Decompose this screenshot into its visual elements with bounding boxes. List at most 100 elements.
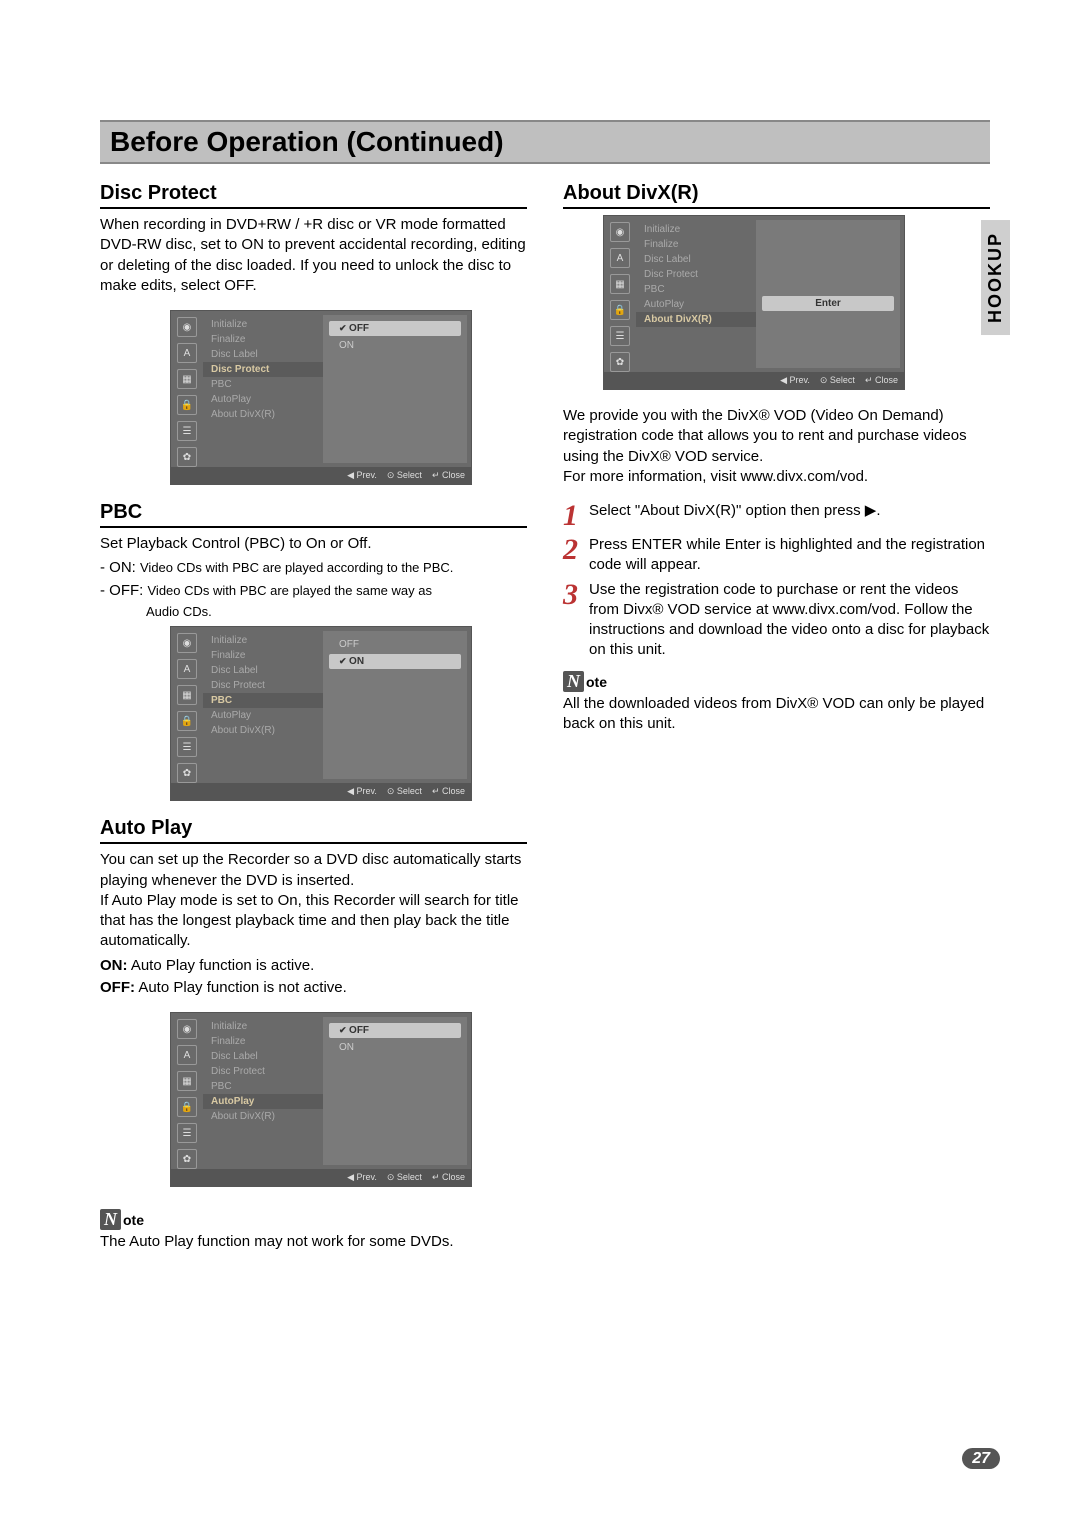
list-icon: ☰ xyxy=(177,421,197,441)
osd-menu-item-selected: PBC xyxy=(203,693,323,708)
auto-play-off: OFF: Auto Play function is not active. xyxy=(100,978,527,998)
letter-a-icon: A xyxy=(610,248,630,268)
lock-icon: 🔒 xyxy=(177,395,197,415)
osd-footer: ◀ Prev. ⊙ Select ↵ Close xyxy=(171,467,471,484)
chip-icon: ▦ xyxy=(177,1071,197,1091)
osd-menu-item-selected: AutoPlay xyxy=(203,1094,323,1109)
osd-footer: ◀ Prev. ⊙ Select ↵ Close xyxy=(171,1169,471,1186)
osd-pbc: ◉ A ▦ 🔒 ☰ ✿ Initialize Finalize Disc Lab… xyxy=(170,626,472,801)
page-number: 27 xyxy=(962,1450,1000,1468)
heading-auto-play: Auto Play xyxy=(100,817,527,844)
lock-icon: 🔒 xyxy=(177,1097,197,1117)
osd-select: ⊙ Select xyxy=(820,375,855,386)
osd-menu-item: AutoPlay xyxy=(636,297,756,312)
auto-play-note: The Auto Play function may not work for … xyxy=(100,1232,527,1252)
disc-protect-body: When recording in DVD+RW / +R disc or VR… xyxy=(100,215,527,296)
osd-menu-item: Disc Protect xyxy=(203,1064,323,1079)
heading-about-divx: About DivX(R) xyxy=(563,182,990,209)
osd-menu-item: PBC xyxy=(203,1079,323,1094)
osd-option: ON xyxy=(329,338,461,353)
osd-menu-item: Finalize xyxy=(636,237,756,252)
disc-icon: ◉ xyxy=(177,633,197,653)
osd-option-selected: OFF xyxy=(329,1023,461,1038)
disc-icon: ◉ xyxy=(177,1019,197,1039)
osd-menu-item: About DivX(R) xyxy=(203,723,323,738)
step-1: 1 Select "About DivX(R)" option then pre… xyxy=(563,501,990,531)
osd-prev: ◀ Prev. xyxy=(347,786,377,797)
osd-menu-item: Finalize xyxy=(203,1034,323,1049)
osd-icon-column: ◉ A ▦ 🔒 ☰ ✿ xyxy=(171,311,203,467)
list-icon: ☰ xyxy=(177,737,197,757)
note-label-text: ote xyxy=(123,1212,144,1228)
osd-menu-item: Disc Label xyxy=(203,347,323,362)
letter-a-icon: A xyxy=(177,343,197,363)
osd-footer: ◀ Prev. ⊙ Select ↵ Close xyxy=(171,783,471,800)
step-3-text: Use the registration code to purchase or… xyxy=(589,580,990,661)
chip-icon: ▦ xyxy=(177,685,197,705)
gear-icon: ✿ xyxy=(177,763,197,783)
lock-icon: 🔒 xyxy=(610,300,630,320)
list-icon: ☰ xyxy=(610,326,630,346)
osd-option: ON xyxy=(329,1040,461,1055)
step-2-text: Press ENTER while Enter is highlighted a… xyxy=(589,535,990,576)
osd-select: ⊙ Select xyxy=(387,1172,422,1183)
osd-close: ↵ Close xyxy=(432,1172,465,1183)
osd-menu-item: PBC xyxy=(203,377,323,392)
pbc-on-line: - ON: Video CDs with PBC are played acco… xyxy=(100,558,527,578)
osd-prev: ◀ Prev. xyxy=(347,470,377,481)
osd-menu-item: Disc Protect xyxy=(203,678,323,693)
osd-select: ⊙ Select xyxy=(387,786,422,797)
osd-menu-item: Disc Label xyxy=(203,1049,323,1064)
osd-disc-protect: ◉ A ▦ 🔒 ☰ ✿ Initialize Finalize Disc Lab… xyxy=(170,310,472,485)
osd-menu-item: Disc Label xyxy=(636,252,756,267)
osd-prev: ◀ Prev. xyxy=(347,1172,377,1183)
heading-pbc: PBC xyxy=(100,501,527,528)
note-icon: N xyxy=(100,1209,121,1230)
osd-menu-item-selected: Disc Protect xyxy=(203,362,323,377)
letter-a-icon: A xyxy=(177,659,197,679)
step-number-icon: 3 xyxy=(563,580,589,661)
step-number-icon: 2 xyxy=(563,535,589,576)
osd-close: ↵ Close xyxy=(432,470,465,481)
page-title-bar: Before Operation (Continued) xyxy=(100,120,990,164)
pbc-intro: Set Playback Control (PBC) to On or Off. xyxy=(100,534,527,554)
side-tab-hookup: HOOKUP xyxy=(981,220,1010,335)
osd-menu-item: AutoPlay xyxy=(203,708,323,723)
note-flag: N ote xyxy=(563,671,607,692)
note-label-text: ote xyxy=(586,674,607,690)
osd-menu-item-selected: About DivX(R) xyxy=(636,312,756,327)
disc-icon: ◉ xyxy=(610,222,630,242)
step-2: 2 Press ENTER while Enter is highlighted… xyxy=(563,535,990,576)
auto-play-on: ON: Auto Play function is active. xyxy=(100,956,527,976)
list-icon: ☰ xyxy=(177,1123,197,1143)
osd-close: ↵ Close xyxy=(865,375,898,386)
osd-autoplay: ◉ A ▦ 🔒 ☰ ✿ Initialize Finalize Disc Lab… xyxy=(170,1012,472,1187)
osd-option: OFF xyxy=(329,637,461,652)
osd-icon-column: ◉ A ▦ 🔒 ☰ ✿ xyxy=(604,216,636,372)
osd-icon-column: ◉ A ▦ 🔒 ☰ ✿ xyxy=(171,1013,203,1169)
note-flag: N ote xyxy=(100,1209,144,1230)
osd-icon-column: ◉ A ▦ 🔒 ☰ ✿ xyxy=(171,627,203,783)
osd-menu-item: Initialize xyxy=(203,317,323,332)
disc-icon: ◉ xyxy=(177,317,197,337)
note-icon: N xyxy=(563,671,584,692)
about-divx-note: All the downloaded videos from DivX® VOD… xyxy=(563,694,990,735)
osd-menu-item: Initialize xyxy=(636,222,756,237)
osd-option-selected: ON xyxy=(329,654,461,669)
osd-prev: ◀ Prev. xyxy=(780,375,810,386)
letter-a-icon: A xyxy=(177,1045,197,1065)
heading-disc-protect: Disc Protect xyxy=(100,182,527,209)
auto-play-body: You can set up the Recorder so a DVD dis… xyxy=(100,850,527,951)
page-title: Before Operation (Continued) xyxy=(110,126,980,158)
osd-option-enter: Enter xyxy=(762,296,894,311)
pbc-off-line2: Audio CDs. xyxy=(100,603,527,621)
osd-menu-item: Finalize xyxy=(203,648,323,663)
gear-icon: ✿ xyxy=(177,1149,197,1169)
osd-menu-item: Finalize xyxy=(203,332,323,347)
osd-menu-item: AutoPlay xyxy=(203,392,323,407)
osd-option-selected: OFF xyxy=(329,321,461,336)
osd-about-divx: ◉ A ▦ 🔒 ☰ ✿ Initialize Finalize Disc Lab… xyxy=(603,215,905,390)
page-number-badge: 27 xyxy=(962,1448,1000,1469)
chip-icon: ▦ xyxy=(177,369,197,389)
osd-select: ⊙ Select xyxy=(387,470,422,481)
